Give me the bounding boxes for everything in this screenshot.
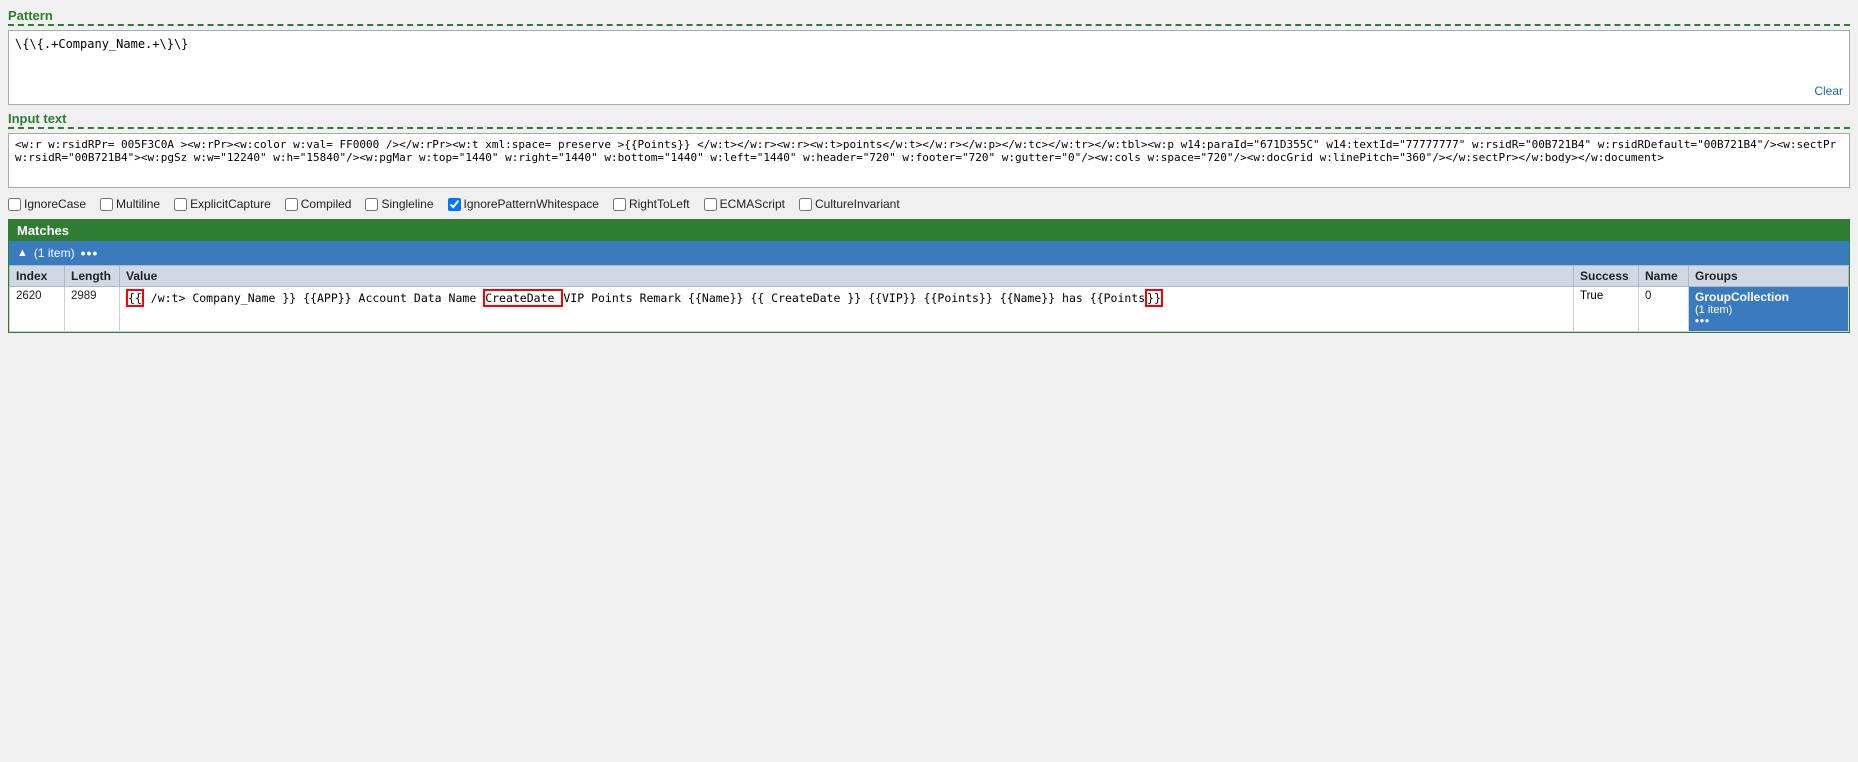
checkbox-label-ecmaScript: ECMAScript (720, 197, 785, 211)
checkbox-input-singleline[interactable] (365, 198, 378, 211)
table-header-row: Index Length Value Success Name Groups (10, 266, 1849, 287)
checkbox-rightToLeft[interactable]: RightToLeft (613, 197, 690, 211)
matches-label: Matches (17, 223, 69, 238)
checkbox-input-compiled[interactable] (285, 198, 298, 211)
pattern-input[interactable]: \{\{.+Company_Name.+\}\} (9, 31, 1849, 101)
checkbox-ignorePatternWhitespace[interactable]: IgnorePatternWhitespace (448, 197, 599, 211)
checkbox-ignoreCase[interactable]: IgnoreCase (8, 197, 86, 211)
clear-button[interactable]: Clear (1814, 84, 1843, 98)
highlight-close-brace: }} (1145, 289, 1163, 307)
cell-length: 2989 (65, 287, 120, 332)
checkbox-label-cultureInvariant: CultureInvariant (815, 197, 900, 211)
matches-subheader: ▲ (1 item) ••• (9, 241, 1849, 265)
checkbox-input-ignoreCase[interactable] (8, 198, 21, 211)
input-text-section: Input text <w:r w:rsidRPr= 005F3C0A ><w:… (8, 111, 1850, 191)
checkbox-input-multiline[interactable] (100, 198, 113, 211)
checkbox-explicitCapture[interactable]: ExplicitCapture (174, 197, 271, 211)
cell-name: 0 (1639, 287, 1689, 332)
checkbox-cultureInvariant[interactable]: CultureInvariant (799, 197, 900, 211)
col-name-header: Name (1639, 266, 1689, 287)
checkbox-label-rightToLeft: RightToLeft (629, 197, 690, 211)
checkbox-label-singleline: Singleline (381, 197, 433, 211)
checkbox-label-ignoreCase: IgnoreCase (24, 197, 86, 211)
pattern-label: Pattern (8, 8, 1850, 26)
results-table: Index Length Value Success Name Groups 2… (9, 265, 1849, 332)
checkbox-label-explicitCapture: ExplicitCapture (190, 197, 271, 211)
main-container: Pattern \{\{.+Company_Name.+\}\} Clear I… (0, 0, 1858, 341)
matches-header: Matches (9, 220, 1849, 241)
input-text-label: Input text (8, 111, 1850, 129)
more-button[interactable]: ••• (81, 245, 99, 261)
input-text-input[interactable]: <w:r w:rsidRPr= 005F3C0A ><w:rPr><w:colo… (8, 133, 1850, 188)
checkbox-label-compiled: Compiled (301, 197, 352, 211)
options-row: IgnoreCase Multiline ExplicitCapture Compil… (8, 197, 1850, 211)
col-value-header: Value (120, 266, 1574, 287)
col-groups-header: Groups (1689, 266, 1849, 287)
groups-more-button[interactable]: ••• (1695, 316, 1842, 328)
col-success-header: Success (1574, 266, 1639, 287)
cell-groups: GroupCollection(1 item)••• (1689, 287, 1849, 332)
checkbox-input-ignorePatternWhitespace[interactable] (448, 198, 461, 211)
cell-value: {{ /w:t> Company_Name }} {{APP}} Account… (120, 287, 1574, 332)
checkbox-input-explicitCapture[interactable] (174, 198, 187, 211)
expand-icon[interactable]: ▲ (17, 247, 28, 259)
checkbox-label-multiline: Multiline (116, 197, 160, 211)
checkbox-multiline[interactable]: Multiline (100, 197, 160, 211)
checkbox-input-cultureInvariant[interactable] (799, 198, 812, 211)
checkbox-input-ecmaScript[interactable] (704, 198, 717, 211)
highlight-open-brace: {{ (126, 289, 144, 307)
col-length-header: Length (65, 266, 120, 287)
checkbox-singleline[interactable]: Singleline (365, 197, 433, 211)
table-row: 26202989{{ /w:t> Company_Name }} {{APP}}… (10, 287, 1849, 332)
table-container: Index Length Value Success Name Groups 2… (9, 265, 1849, 332)
cell-index: 2620 (10, 287, 65, 332)
checkbox-label-ignorePatternWhitespace: IgnorePatternWhitespace (464, 197, 599, 211)
groups-title: GroupCollection (1695, 290, 1842, 304)
checkbox-ecmaScript[interactable]: ECMAScript (704, 197, 785, 211)
pattern-section: Pattern \{\{.+Company_Name.+\}\} Clear (8, 8, 1850, 105)
col-index-header: Index (10, 266, 65, 287)
highlight-createdate: CreateDate (483, 289, 563, 307)
cell-success: True (1574, 287, 1639, 332)
item-count: (1 item) (34, 246, 75, 260)
groups-count: (1 item) (1695, 304, 1842, 316)
checkbox-compiled[interactable]: Compiled (285, 197, 352, 211)
checkbox-input-rightToLeft[interactable] (613, 198, 626, 211)
matches-section: Matches ▲ (1 item) ••• Index (8, 219, 1850, 333)
